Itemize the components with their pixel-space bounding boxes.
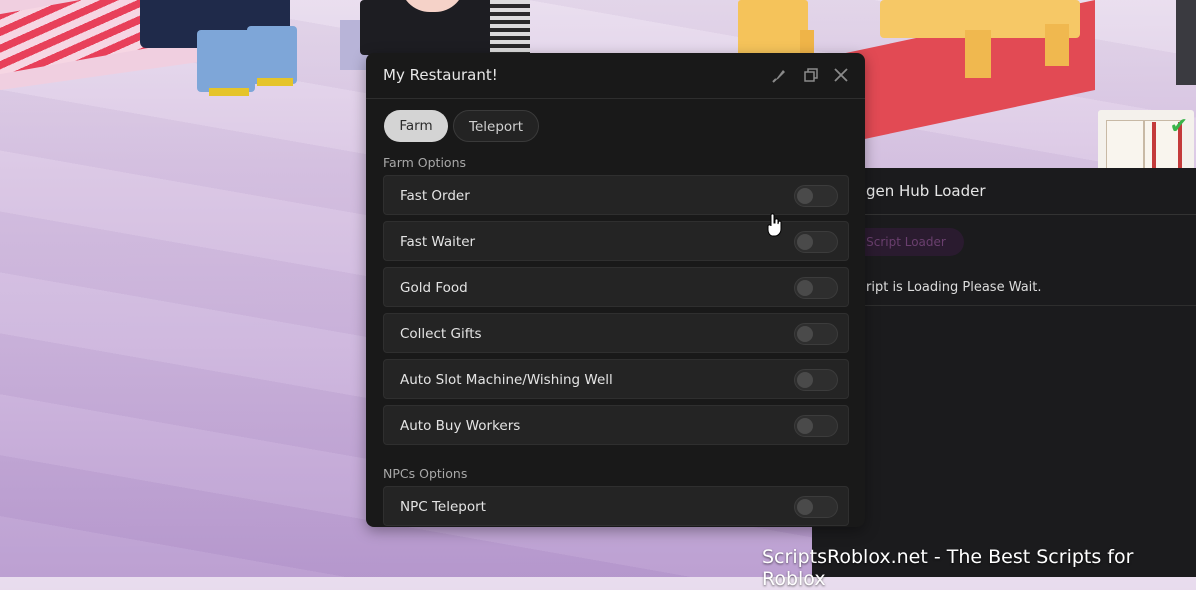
- toggle-knob: [797, 326, 813, 342]
- game-table-leg: [965, 30, 991, 78]
- toggle-label: Collect Gifts: [400, 326, 482, 342]
- toggle-row-fast-order[interactable]: Fast Order: [383, 175, 849, 215]
- toggle-label: Fast Order: [400, 188, 470, 204]
- avatar-character-1: [125, 0, 300, 100]
- restore-icon[interactable]: [801, 66, 819, 84]
- loader-tab-script-loader[interactable]: Script Loader: [848, 228, 964, 256]
- toggle-switch[interactable]: [794, 415, 838, 437]
- game-chair: [738, 0, 808, 60]
- tab-teleport[interactable]: Teleport: [453, 110, 539, 142]
- toggle-label: Fast Waiter: [400, 234, 476, 250]
- toggle-row-auto-buy-workers[interactable]: Auto Buy Workers: [383, 405, 849, 445]
- toggle-knob: [797, 280, 813, 296]
- loader-message: ript is Loading Please Wait.: [866, 280, 1042, 295]
- toggle-row-collect-gifts[interactable]: Collect Gifts: [383, 313, 849, 353]
- game-table-leg: [1045, 24, 1069, 66]
- game-edge: [1176, 0, 1196, 85]
- loader-divider: [846, 305, 1196, 306]
- window-titlebar[interactable]: My Restaurant!: [366, 53, 865, 99]
- toggle-switch[interactable]: [794, 185, 838, 207]
- watermark-text: ScriptsRoblox.net - The Best Scripts for…: [762, 546, 1134, 590]
- section-farm-options: Farm Options: [383, 155, 467, 170]
- close-icon[interactable]: [832, 66, 850, 84]
- toggle-knob: [797, 418, 813, 434]
- toggle-label: Gold Food: [400, 280, 468, 296]
- toggle-switch[interactable]: [794, 369, 838, 391]
- section-npcs-options: NPCs Options: [383, 466, 468, 481]
- toggle-switch[interactable]: [794, 231, 838, 253]
- toggle-knob: [797, 234, 813, 250]
- toggle-knob: [797, 499, 813, 515]
- script-window: My Restaurant! Farm Teleport Farm Option…: [366, 53, 865, 527]
- toggle-row-npc-teleport[interactable]: NPC Teleport: [383, 486, 849, 526]
- toggle-label: NPC Teleport: [400, 499, 486, 515]
- window-title: My Restaurant!: [383, 66, 498, 84]
- toggle-row-gold-food[interactable]: Gold Food: [383, 267, 849, 307]
- toggle-row-auto-slot-machine[interactable]: Auto Slot Machine/Wishing Well: [383, 359, 849, 399]
- avatar-character-2: [340, 0, 540, 70]
- brush-icon[interactable]: [771, 66, 789, 84]
- loader-divider: [812, 214, 1196, 215]
- toggle-switch[interactable]: [794, 496, 838, 518]
- loader-title: gen Hub Loader: [866, 182, 986, 200]
- toggle-label: Auto Buy Workers: [400, 418, 521, 434]
- tab-farm[interactable]: Farm: [384, 110, 448, 142]
- toggle-knob: [797, 188, 813, 204]
- toggle-switch[interactable]: [794, 323, 838, 345]
- toggle-switch[interactable]: [794, 277, 838, 299]
- toggle-label: Auto Slot Machine/Wishing Well: [400, 372, 613, 388]
- toggle-knob: [797, 372, 813, 388]
- checkmark-icon: ✔: [1169, 114, 1188, 139]
- hand-cursor-icon: [766, 213, 784, 237]
